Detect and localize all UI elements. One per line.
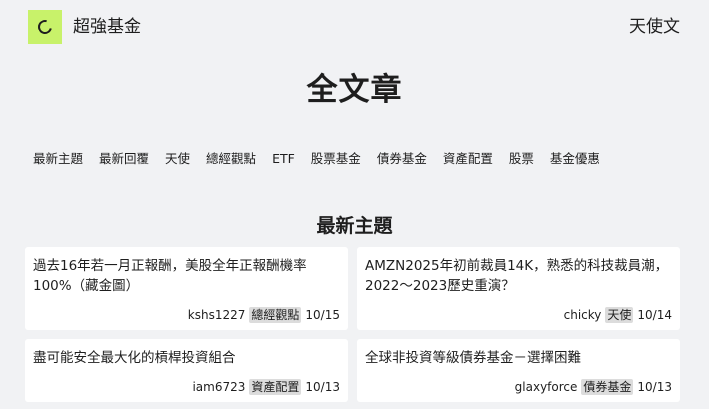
- post-title[interactable]: 過去16年若一月正報酬，美股全年正報酬機率100%（藏金圖）: [33, 256, 340, 296]
- post-date: 10/14: [637, 308, 672, 322]
- site-header: 超強基金 天使文: [0, 0, 709, 56]
- angel-articles-link[interactable]: 天使文: [629, 17, 680, 37]
- post-tag[interactable]: 債券基金: [581, 379, 634, 395]
- post-tag[interactable]: 資產配置: [249, 379, 302, 395]
- post-card[interactable]: AMZN2025年初前裁員14K，熟悉的科技裁員潮，2022～2023歷史重演？…: [357, 247, 680, 330]
- post-author[interactable]: chicky: [564, 307, 602, 323]
- post-date: 10/13: [305, 380, 340, 394]
- post-title[interactable]: 全球非投資等級債券基金－選擇困難: [365, 348, 672, 368]
- post-tag[interactable]: 總經觀點: [249, 307, 302, 323]
- post-card[interactable]: 盡可能安全最大化的槓桿投資組合 iam6723 資產配置 10/13: [25, 339, 348, 402]
- post-meta: iam6723 資產配置 10/13: [192, 379, 340, 395]
- post-date: 10/13: [637, 380, 672, 394]
- category-angel[interactable]: 天使: [165, 150, 190, 168]
- post-author[interactable]: kshs1227: [188, 307, 246, 323]
- category-equity-funds[interactable]: 股票基金: [311, 150, 361, 168]
- post-author[interactable]: glaxyforce: [515, 379, 578, 395]
- post-card[interactable]: 過去16年若一月正報酬，美股全年正報酬機率100%（藏金圖） kshs1227 …: [25, 247, 348, 330]
- category-latest-replies[interactable]: 最新回覆: [99, 150, 149, 168]
- category-stocks[interactable]: 股票: [509, 150, 534, 168]
- loading-ring-icon: [35, 17, 55, 37]
- page-title: 全文章: [306, 72, 403, 108]
- category-latest-topics[interactable]: 最新主題: [33, 150, 83, 168]
- post-title[interactable]: 盡可能安全最大化的槓桿投資組合: [33, 348, 340, 368]
- post-title[interactable]: AMZN2025年初前裁員14K，熟悉的科技裁員潮，2022～2023歷史重演？: [365, 256, 672, 296]
- category-macro-views[interactable]: 總經觀點: [206, 150, 256, 168]
- site-logo[interactable]: [28, 10, 62, 44]
- category-bond-funds[interactable]: 債券基金: [377, 150, 427, 168]
- post-date: 10/15: [305, 308, 340, 322]
- category-fund-deals[interactable]: 基金優惠: [550, 150, 600, 168]
- post-meta: chicky 天使 10/14: [564, 307, 672, 323]
- category-etf[interactable]: ETF: [272, 150, 295, 168]
- site-name[interactable]: 超強基金: [73, 17, 141, 37]
- post-meta: kshs1227 總經觀點 10/15: [188, 307, 340, 323]
- category-asset-allocation[interactable]: 資產配置: [443, 150, 493, 168]
- post-author[interactable]: iam6723: [192, 379, 245, 395]
- post-meta: glaxyforce 債券基金 10/13: [515, 379, 672, 395]
- post-card[interactable]: 全球非投資等級債券基金－選擇困難 glaxyforce 債券基金 10/13: [357, 339, 680, 402]
- section-title: 最新主題: [316, 215, 393, 237]
- category-nav: 最新主題 最新回覆 天使 總經觀點 ETF 股票基金 債券基金 資產配置 股票 …: [33, 150, 600, 168]
- post-tag[interactable]: 天使: [605, 307, 634, 323]
